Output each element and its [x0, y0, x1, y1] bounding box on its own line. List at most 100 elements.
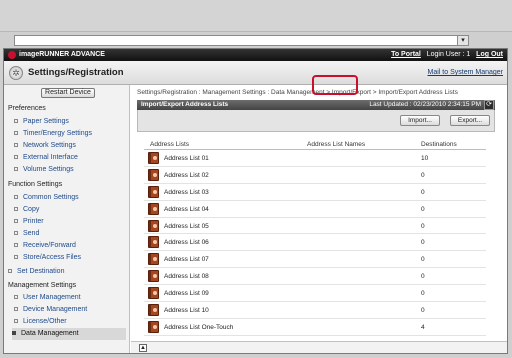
destinations-count: 10 — [421, 155, 429, 162]
address-list-link[interactable]: Address List 04 — [164, 206, 209, 213]
table-row[interactable]: Address List 05 0 — [144, 218, 486, 235]
canon-logo-icon — [8, 51, 16, 59]
table-row[interactable]: Address List 10 0 — [144, 302, 486, 319]
bullet-icon — [14, 131, 18, 135]
bullet-icon — [14, 319, 18, 323]
bullet-icon — [14, 155, 18, 159]
sidebar: Restart Device Preferences Paper Setting… — [4, 85, 130, 353]
to-portal-link[interactable]: To Portal — [391, 51, 421, 58]
address-book-icon — [148, 219, 159, 232]
destinations-count: 0 — [421, 171, 425, 179]
bullet-icon — [14, 243, 18, 247]
refresh-icon[interactable]: ⟳ — [484, 100, 494, 110]
table-row[interactable]: Address List One-Touch 4 — [144, 319, 486, 336]
sidebar-item-paper-settings[interactable]: Paper Settings — [14, 116, 128, 128]
destinations-count: 0 — [421, 307, 425, 315]
bullet-icon — [14, 219, 18, 223]
sidebar-item-receive-forward[interactable]: Receive/Forward — [14, 240, 128, 252]
scroll-to-top-icon[interactable]: ▲ — [139, 344, 147, 352]
login-user-label: Login User : 1 — [426, 51, 471, 58]
bullet-icon — [14, 143, 18, 147]
address-list-link[interactable]: Address List 01 — [164, 155, 209, 162]
table-row[interactable]: Address List 08 0 — [144, 268, 486, 286]
bullet-icon — [14, 119, 18, 123]
export-button[interactable]: Export... — [450, 115, 490, 126]
address-book-icon — [148, 168, 159, 181]
destinations-count: 4 — [421, 323, 425, 331]
address-book-icon — [148, 304, 159, 317]
sidebar-item-printer[interactable]: Printer — [14, 216, 128, 228]
address-list-link[interactable]: Address List 03 — [164, 189, 209, 196]
sidebar-item-timer-energy[interactable]: Timer/Energy Settings — [14, 128, 128, 140]
chevron-down-icon[interactable]: ▾ — [457, 36, 468, 45]
address-list-link[interactable]: Address List 05 — [164, 223, 209, 230]
bullet-icon — [14, 167, 18, 171]
last-updated-label: Last Updated : 02/23/2010 2:34:15 PM — [369, 101, 481, 108]
address-book-icon — [148, 185, 159, 198]
bullet-icon — [14, 295, 18, 299]
sidebar-item-volume-settings[interactable]: Volume Settings — [14, 164, 128, 176]
sidebar-item-license-other[interactable]: License/Other — [14, 316, 128, 328]
sidebar-item-common-settings[interactable]: Common Settings — [14, 192, 128, 204]
toolbar: Import... Export... — [137, 110, 495, 132]
col-address-lists: Address Lists — [150, 141, 190, 148]
address-list-link[interactable]: Address List 08 — [164, 273, 209, 280]
footer-bar: ▲ — [131, 341, 507, 353]
address-bar[interactable]: ▾ — [14, 35, 469, 46]
address-list-link[interactable]: Address List 06 — [164, 239, 209, 246]
table-row[interactable]: Address List 02 0 — [144, 167, 486, 184]
address-list-link[interactable]: Address List 07 — [164, 256, 209, 263]
gear-icon: ✲ — [9, 66, 23, 80]
destinations-count: 0 — [421, 222, 425, 230]
address-list-link[interactable]: Address List 09 — [164, 290, 209, 297]
table-row[interactable]: Address List 01 10 — [144, 150, 486, 167]
table-row[interactable]: Address List 03 0 — [144, 184, 486, 201]
sidebar-item-user-management[interactable]: User Management — [14, 292, 128, 304]
panel-title: Import/Export Address Lists — [141, 101, 229, 108]
main-content: Settings/Registration : Management Setti… — [131, 85, 507, 353]
sidebar-item-send[interactable]: Send — [14, 228, 128, 240]
col-address-list-names: Address List Names — [307, 141, 366, 148]
address-list-table: Address Lists Address List Names Destina… — [144, 140, 486, 336]
brand-name: imageRUNNER ADVANCE — [19, 51, 105, 58]
bullet-icon — [14, 231, 18, 235]
bullet-icon — [12, 331, 16, 335]
app-frame: imageRUNNER ADVANCE To Portal Login User… — [3, 48, 508, 354]
section-management-settings: Management Settings — [8, 282, 77, 289]
mail-system-manager-link[interactable]: Mail to System Manager — [428, 69, 503, 76]
bullet-icon — [14, 195, 18, 199]
table-row[interactable]: Address List 09 0 — [144, 285, 486, 303]
sidebar-item-store-access-files[interactable]: Store/Access Files — [14, 252, 128, 264]
destinations-count: 0 — [421, 205, 425, 213]
sidebar-item-data-management[interactable]: Data Management — [12, 328, 126, 340]
address-list-link[interactable]: Address List 02 — [164, 172, 209, 179]
top-links: To Portal Login User : 1 Log Out — [391, 50, 503, 60]
table-row[interactable]: Address List 06 0 — [144, 234, 486, 252]
destinations-count: 0 — [421, 273, 425, 281]
bullet-icon — [14, 255, 18, 259]
sidebar-item-device-management[interactable]: Device Management — [14, 304, 128, 316]
title-bar: ✲ Settings/Registration Mail to System M… — [4, 61, 507, 85]
address-list-link[interactable]: Address List 10 — [164, 307, 209, 314]
sidebar-item-network-settings[interactable]: Network Settings — [14, 140, 128, 152]
address-list-link[interactable]: Address List One-Touch — [164, 324, 233, 331]
address-book-icon — [148, 202, 159, 215]
table-row[interactable]: Address List 04 0 — [144, 201, 486, 218]
sidebar-item-external-interface[interactable]: External Interface — [14, 152, 128, 164]
log-out-link[interactable]: Log Out — [476, 51, 503, 58]
bullet-icon — [14, 307, 18, 311]
address-book-icon — [148, 253, 159, 266]
table-row[interactable]: Address List 07 0 — [144, 251, 486, 269]
import-button[interactable]: Import... — [400, 115, 440, 126]
col-destinations: Destinations — [421, 141, 457, 148]
brand-bar: imageRUNNER ADVANCE To Portal Login User… — [4, 49, 507, 61]
bullet-icon — [14, 207, 18, 211]
restart-device-button[interactable]: Restart Device — [41, 88, 95, 98]
sidebar-item-set-destination[interactable]: Set Destination — [8, 266, 122, 278]
destinations-count: 0 — [421, 239, 425, 247]
address-book-icon — [148, 287, 159, 300]
sidebar-item-copy[interactable]: Copy — [14, 204, 128, 216]
destinations-count: 0 — [421, 256, 425, 264]
section-preferences: Preferences — [8, 105, 46, 112]
bullet-icon — [8, 269, 12, 273]
